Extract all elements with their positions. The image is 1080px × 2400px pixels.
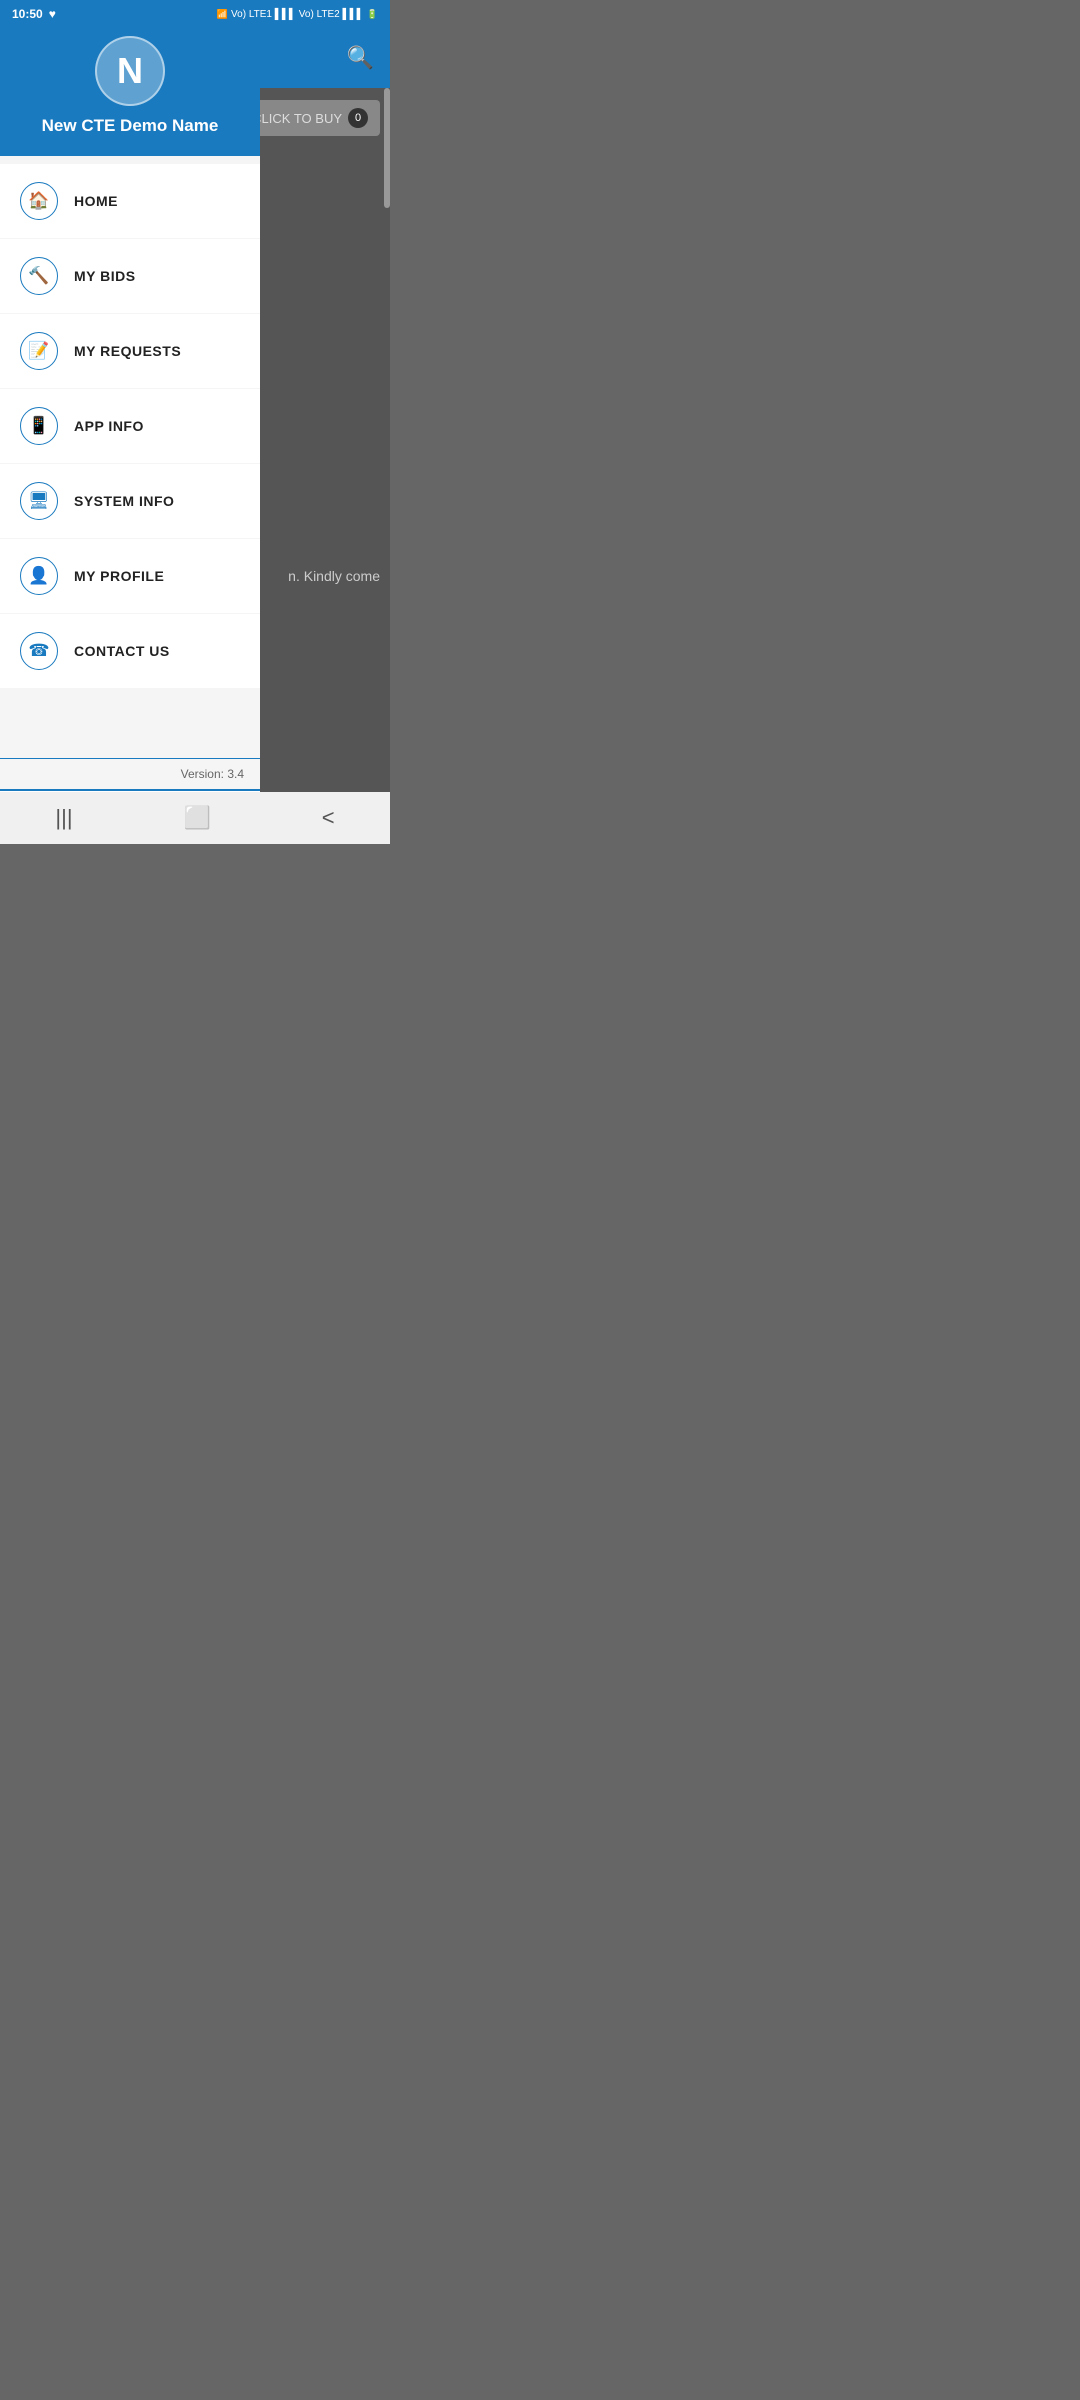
sidebar-item-my-profile[interactable]: 👤 MY PROFILE bbox=[0, 539, 260, 613]
avatar: N bbox=[95, 36, 165, 106]
sidebar-item-system-info[interactable]: 🖥 SYSTEM INFO bbox=[0, 464, 260, 538]
menu-nav-button[interactable]: ||| bbox=[55, 805, 72, 831]
bids-icon: 🔨 bbox=[20, 257, 58, 295]
home-label: HOME bbox=[74, 193, 118, 209]
back-nav-button[interactable]: < bbox=[322, 805, 335, 831]
version-text: Version: 3.4 bbox=[0, 758, 260, 789]
contact-us-icon: ☎ bbox=[20, 632, 58, 670]
status-left: 10:50 ♥ bbox=[12, 7, 56, 21]
app-info-label: APP INFO bbox=[74, 418, 144, 434]
system-info-label: SYSTEM INFO bbox=[74, 493, 174, 509]
contact-us-label: CONTACT US bbox=[74, 643, 170, 659]
battery-icon: 🔋 bbox=[367, 9, 378, 20]
my-profile-label: MY PROFILE bbox=[74, 568, 164, 584]
status-bar: 10:50 ♥ 📶 Vo) LTE1 ▌▌▌ Vo) LTE2 ▌▌▌ 🔋 bbox=[0, 0, 390, 28]
home-icon: 🏠 bbox=[20, 182, 58, 220]
sidebar-item-app-info[interactable]: 📱 APP INFO bbox=[0, 389, 260, 463]
home-nav-button[interactable]: ⬜ bbox=[183, 805, 210, 831]
sidebar-item-my-requests[interactable]: 📝 MY REQUESTS bbox=[0, 314, 260, 388]
click-to-buy-badge: 0 bbox=[348, 108, 368, 128]
bottom-nav: ||| ⬜ < bbox=[0, 792, 390, 844]
search-icon[interactable]: 🔍 bbox=[347, 45, 374, 71]
status-right: 📶 Vo) LTE1 ▌▌▌ Vo) LTE2 ▌▌▌ 🔋 bbox=[217, 9, 378, 20]
sidebar-item-contact-us[interactable]: ☎ CONTACT US bbox=[0, 614, 260, 688]
sidebar-item-home[interactable]: 🏠 HOME bbox=[0, 164, 260, 238]
system-info-icon: 🖥 bbox=[20, 482, 58, 520]
time: 10:50 bbox=[12, 7, 43, 21]
kindly-text: n. Kindly come bbox=[288, 568, 380, 584]
my-profile-icon: 👤 bbox=[20, 557, 58, 595]
heart-icon: ♥ bbox=[49, 7, 56, 21]
user-name: New CTE Demo Name bbox=[42, 116, 219, 136]
signal-icon: Vo) LTE1 ▌▌▌ Vo) LTE2 ▌▌▌ bbox=[231, 9, 364, 20]
click-to-buy-label: CLICK TO BUY bbox=[252, 111, 342, 126]
side-drawer: N New CTE Demo Name 🏠 HOME 🔨 MY BIDS 📝 M… bbox=[0, 0, 260, 844]
scrollbar bbox=[384, 88, 390, 208]
requests-icon: 📝 bbox=[20, 332, 58, 370]
my-bids-label: MY BIDS bbox=[74, 268, 136, 284]
click-to-buy-button[interactable]: CLICK TO BUY 0 bbox=[240, 100, 380, 136]
drawer-menu: 🏠 HOME 🔨 MY BIDS 📝 MY REQUESTS 📱 APP INF… bbox=[0, 156, 260, 758]
app-info-icon: 📱 bbox=[20, 407, 58, 445]
sidebar-item-my-bids[interactable]: 🔨 MY BIDS bbox=[0, 239, 260, 313]
wifi-icon: 📶 bbox=[217, 9, 228, 20]
my-requests-label: MY REQUESTS bbox=[74, 343, 181, 359]
